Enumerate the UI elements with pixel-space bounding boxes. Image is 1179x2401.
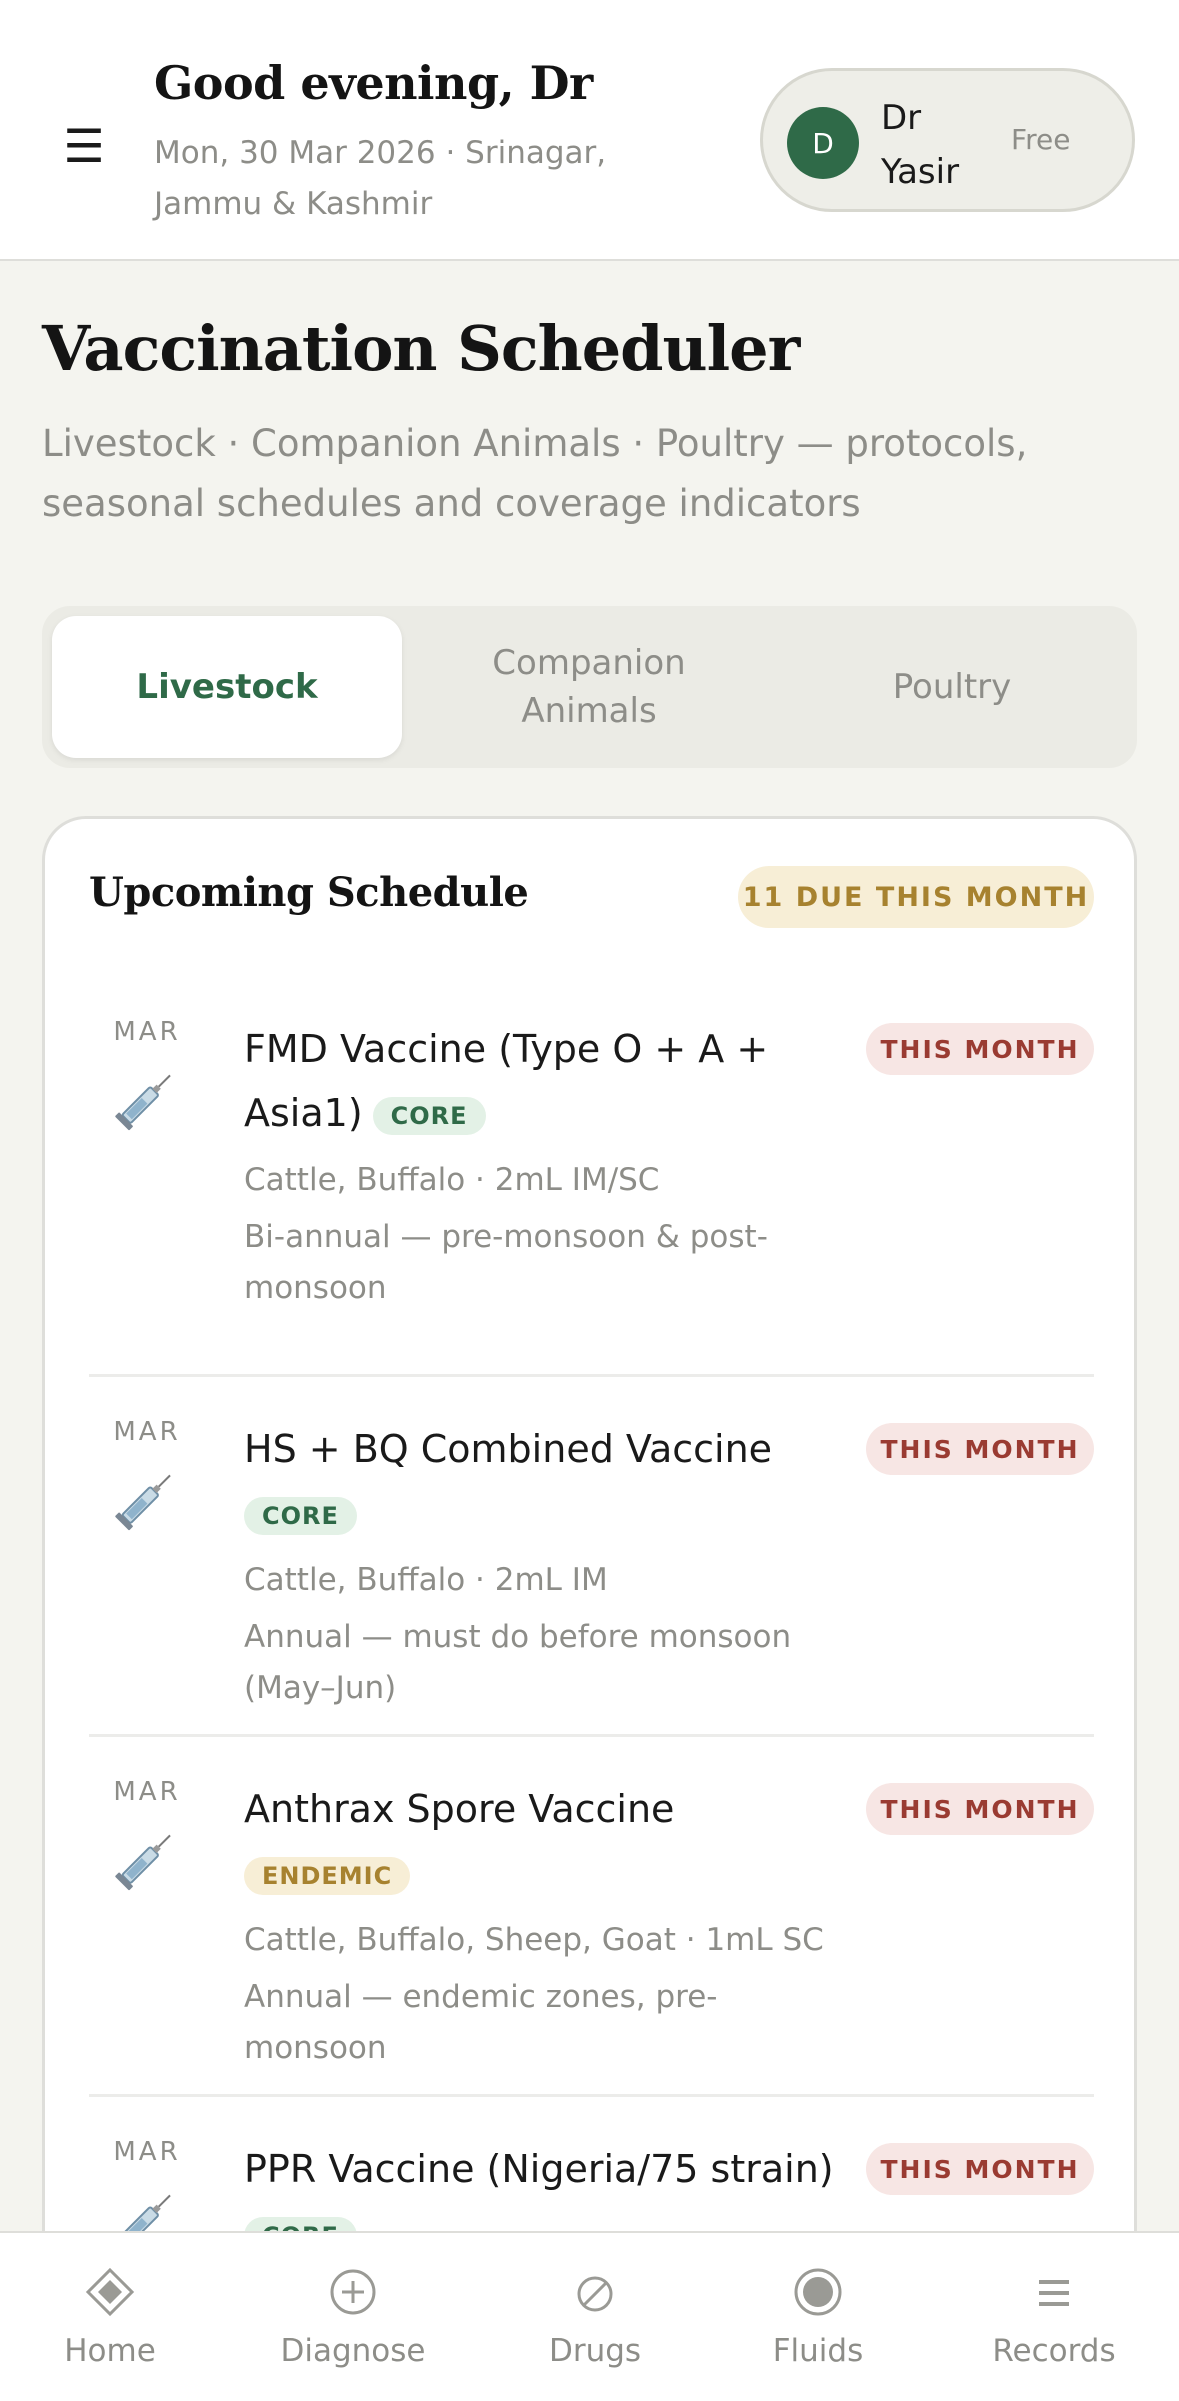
home-icon xyxy=(85,2267,135,2317)
due-count-badge: 11 DUE THIS MONTH xyxy=(738,866,1094,928)
tab-poultry[interactable]: Poultry xyxy=(777,616,1127,758)
frequency: Bi-annual — pre-monsoon & post-monsoon xyxy=(244,1219,768,1306)
fluids-drop-icon xyxy=(794,2268,842,2316)
nav-diagnose-label: Diagnose xyxy=(280,2333,426,2369)
upcoming-schedule-card: Upcoming Schedule 11 DUE THIS MONTH MAR … xyxy=(42,816,1137,2401)
species-dose: Cattle, Buffalo · 2mL IM/SC xyxy=(244,1162,660,1198)
greeting-text: Good evening, Dr xyxy=(154,56,593,110)
plan-badge: Free xyxy=(1011,123,1071,156)
schedule-row[interactable]: MAR FMD Vaccine (Type O + A + Asia1) CORE… xyxy=(89,1017,1094,1377)
user-name: Dr Yasir xyxy=(881,98,960,192)
schedule-row[interactable]: MAR Anthrax Spore Vaccine ENDEMIC Cattle… xyxy=(89,1737,1094,2097)
status-badge: THIS MONTH xyxy=(866,2143,1094,2195)
drugs-pill-icon xyxy=(577,2276,613,2312)
vaccine-name: FMD Vaccine (Type O + A + Asia1) CORE xyxy=(244,1017,834,1145)
month-label: MAR xyxy=(113,1417,181,1447)
schedule-row[interactable]: MAR HS + BQ Combined Vaccine CORE Cattle… xyxy=(89,1377,1094,1737)
vaccine-name: Anthrax Spore Vaccine ENDEMIC xyxy=(244,1777,834,1905)
frequency: Annual — endemic zones, pre-monsoon xyxy=(244,1979,718,2066)
nav-home-label: Home xyxy=(64,2333,156,2369)
core-tag: CORE xyxy=(244,1496,357,1535)
syringe-icon xyxy=(115,1074,171,1131)
nav-fluids[interactable]: Fluids xyxy=(698,2233,938,2401)
vaccine-name-text: Anthrax Spore Vaccine xyxy=(244,1787,675,1831)
species-dose: Cattle, Buffalo, Sheep, Goat · 1mL SC xyxy=(244,1922,824,1958)
date-location: Mon, 30 Mar 2026 · Srinagar, Jammu & Kas… xyxy=(154,135,607,222)
nav-home[interactable]: Home xyxy=(0,2233,230,2401)
syringe-icon xyxy=(115,1474,171,1531)
diagnose-plus-icon xyxy=(330,2269,376,2315)
tab-companion-animals[interactable]: Companion Animals xyxy=(414,616,764,758)
status-badge: THIS MONTH xyxy=(866,1423,1094,1475)
tab-livestock[interactable]: Livestock xyxy=(52,616,402,758)
species-dose: Cattle, Buffalo · 2mL IM xyxy=(244,1562,608,1598)
species-tabs: Livestock Companion Animals Poultry xyxy=(42,606,1137,768)
endemic-tag: ENDEMIC xyxy=(244,1856,411,1895)
month-label: MAR xyxy=(113,1017,181,1047)
core-tag: CORE xyxy=(372,1096,486,1135)
month-label: MAR xyxy=(113,1777,181,1807)
nav-diagnose[interactable]: Diagnose xyxy=(233,2233,473,2401)
status-badge: THIS MONTH xyxy=(866,1783,1094,1835)
nav-records[interactable]: Records xyxy=(934,2233,1174,2401)
card-title: Upcoming Schedule xyxy=(89,869,529,916)
user-profile-button[interactable]: D Dr Yasir Free xyxy=(760,68,1135,212)
vaccine-name-text: FMD Vaccine (Type O + A + Asia1) xyxy=(244,1027,769,1135)
nav-drugs-label: Drugs xyxy=(548,2333,642,2369)
page-description: Livestock · Companion Animals · Poultry … xyxy=(42,422,1028,525)
nav-records-label: Records xyxy=(992,2333,1116,2369)
frequency: Annual — must do before monsoon (May–Jun… xyxy=(244,1619,792,1706)
vaccine-name-text: PPR Vaccine (Nigeria/75 strain) xyxy=(244,2147,834,2191)
vaccine-name-text: HS + BQ Combined Vaccine xyxy=(244,1427,773,1471)
status-badge: THIS MONTH xyxy=(866,1023,1094,1075)
page-title: Vaccination Scheduler xyxy=(42,312,800,385)
nav-drugs[interactable]: Drugs xyxy=(475,2233,715,2401)
month-label: MAR xyxy=(113,2137,181,2167)
app-screen: ☰ Good evening, Dr Mon, 30 Mar 2026 · Sr… xyxy=(0,0,1179,2401)
vaccine-name: HS + BQ Combined Vaccine CORE xyxy=(244,1417,834,1545)
syringe-icon xyxy=(115,1834,171,1891)
tab-companion-animals-label: Companion Animals xyxy=(492,643,686,731)
top-header: ☰ Good evening, Dr Mon, 30 Mar 2026 · Sr… xyxy=(0,0,1179,261)
records-list-icon xyxy=(1039,2280,1069,2306)
nav-fluids-label: Fluids xyxy=(772,2333,864,2369)
bottom-nav: Home Diagnose Drugs Fluids Records xyxy=(0,2231,1179,2401)
menu-icon[interactable]: ☰ xyxy=(56,118,112,174)
avatar: D xyxy=(787,107,859,179)
